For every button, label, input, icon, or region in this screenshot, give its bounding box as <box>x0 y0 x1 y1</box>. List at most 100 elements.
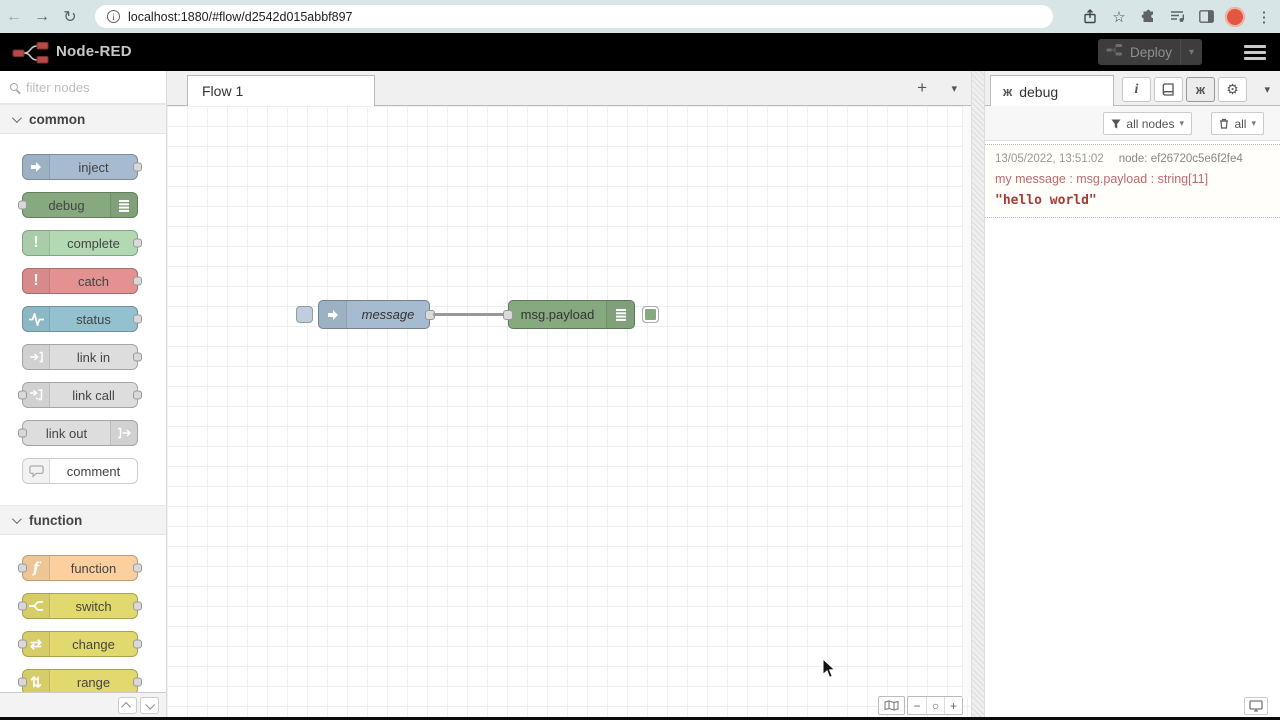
navigator-button[interactable] <box>878 696 905 715</box>
input-port[interactable] <box>503 310 513 320</box>
node-port[interactable] <box>18 429 27 438</box>
node-port[interactable] <box>133 315 142 324</box>
browser-reload-button[interactable]: ↻ <box>56 7 84 27</box>
palette-node-switch[interactable]: switch <box>22 593 138 619</box>
settings-tab-button[interactable]: ⚙ <box>1218 77 1247 102</box>
comment-icon <box>23 459 50 483</box>
chevron-down-icon: ▾ <box>1251 118 1256 129</box>
palette-node-label: catch <box>50 269 137 293</box>
node-port[interactable] <box>133 564 142 573</box>
debug-message-list: 13/05/2022, 13:51:02 node: ef26720c5e6f2… <box>985 144 1280 218</box>
palette-node-status[interactable]: status <box>22 306 138 332</box>
deploy-button[interactable]: Deploy ▾ <box>1098 39 1202 65</box>
zoom-reset-button[interactable]: ○ <box>926 697 944 714</box>
share-icon[interactable] <box>1080 7 1100 27</box>
sidebar-splitter[interactable] <box>971 71 985 720</box>
sidebar-options-icon[interactable]: ▾ <box>1264 83 1270 96</box>
debug-filter-label: all nodes <box>1126 117 1174 131</box>
palette-category-function[interactable]: function <box>0 505 166 535</box>
gear-icon: ⚙ <box>1226 81 1239 98</box>
workspace: Flow 1 + ▾ message msg.payload <box>167 71 971 720</box>
reading-list-icon[interactable] <box>1167 7 1187 27</box>
debug-tab-button[interactable]: ж <box>1186 77 1215 102</box>
site-info-icon[interactable]: i <box>107 10 120 23</box>
pulse-icon <box>23 307 50 331</box>
extensions-puzzle-icon[interactable] <box>1138 7 1158 27</box>
node-port[interactable] <box>133 163 142 172</box>
palette-node-function[interactable]: ffunction <box>22 555 138 581</box>
debug-clear-label: all <box>1234 117 1246 131</box>
debug-message[interactable]: 13/05/2022, 13:51:02 node: ef26720c5e6f2… <box>985 144 1280 218</box>
debug-toggle-button[interactable] <box>642 306 659 323</box>
node-port[interactable] <box>18 678 27 687</box>
node-port[interactable] <box>133 239 142 248</box>
node-port[interactable] <box>18 640 27 649</box>
zoom-controls: − ○ + <box>907 696 963 715</box>
bookmark-star-icon[interactable]: ☆ <box>1109 7 1129 27</box>
browser-forward-button[interactable]: → <box>28 8 56 26</box>
browser-menu-icon[interactable]: ⋮ <box>1254 7 1274 27</box>
node-port[interactable] <box>18 391 27 400</box>
main-menu-icon[interactable] <box>1244 45 1266 60</box>
palette-node-complete[interactable]: !complete <box>22 230 138 256</box>
expand-all-button[interactable] <box>140 697 159 714</box>
address-bar[interactable]: i localhost:1880/#flow/d2542d015abbf897 <box>95 5 1053 28</box>
flow-node-label: message <box>347 301 429 328</box>
palette-search[interactable]: filter nodes <box>0 71 166 104</box>
node-port[interactable] <box>133 391 142 400</box>
message-payload: "hello world" <box>995 193 1270 208</box>
debug-filter-button[interactable]: all nodes ▾ <box>1103 112 1192 135</box>
palette-node-link-out[interactable]: link out <box>22 420 138 446</box>
deploy-options-icon[interactable]: ▾ <box>1180 39 1194 65</box>
browser-back-button[interactable]: ← <box>0 8 28 26</box>
info-tab-button[interactable]: i <box>1122 77 1151 102</box>
palette-node-change[interactable]: ⇄change <box>22 631 138 657</box>
wire[interactable] <box>433 313 509 316</box>
palette-node-link-call[interactable]: link call <box>22 382 138 408</box>
zoom-out-button[interactable]: − <box>908 697 926 714</box>
palette-node-debug[interactable]: debug <box>22 192 138 218</box>
monitor-icon <box>1249 700 1263 712</box>
flow-node-debug[interactable]: msg.payload <box>508 300 635 329</box>
node-port[interactable] <box>18 564 27 573</box>
open-debug-window-button[interactable] <box>1244 697 1268 715</box>
add-flow-icon[interactable]: + <box>917 78 927 98</box>
search-icon <box>10 83 18 91</box>
flow-node-inject[interactable]: message <box>318 300 430 329</box>
book-icon <box>1162 83 1175 96</box>
node-port[interactable] <box>133 678 142 687</box>
palette-search-placeholder: filter nodes <box>26 80 90 95</box>
palette-category-common[interactable]: common <box>0 104 166 134</box>
message-timestamp: 13/05/2022, 13:51:02 <box>995 153 1104 165</box>
link-out-icon <box>110 421 137 445</box>
profile-avatar[interactable] <box>1225 7 1245 27</box>
node-port[interactable] <box>133 602 142 611</box>
side-panel-icon[interactable] <box>1196 7 1216 27</box>
node-port[interactable] <box>133 277 142 286</box>
change-icon: ⇄ <box>23 632 50 656</box>
inject-arrow-icon <box>319 301 347 328</box>
help-tab-button[interactable] <box>1154 77 1183 102</box>
palette-node-label: range <box>50 670 137 694</box>
palette-node-inject[interactable]: inject <box>22 154 138 180</box>
canvas-scrollbar[interactable] <box>962 106 971 698</box>
node-port[interactable] <box>18 602 27 611</box>
collapse-all-button[interactable] <box>118 697 137 714</box>
palette-node-catch[interactable]: !catch <box>22 268 138 294</box>
node-port[interactable] <box>18 201 27 210</box>
tab-debug[interactable]: ж debug <box>990 75 1114 107</box>
node-port[interactable] <box>133 640 142 649</box>
palette-node-comment[interactable]: comment <box>22 458 138 484</box>
debug-clear-button[interactable]: all ▾ <box>1211 112 1264 135</box>
inject-trigger-button[interactable] <box>296 306 313 323</box>
flow-canvas[interactable]: message msg.payload − ○ + <box>167 106 971 720</box>
flow-list-icon[interactable]: ▾ <box>951 82 957 95</box>
tab-flow-1[interactable]: Flow 1 <box>187 75 375 107</box>
range-icon: ⇅ <box>23 670 50 694</box>
palette-node-label: switch <box>50 594 137 618</box>
node-port[interactable] <box>133 353 142 362</box>
zoom-in-button[interactable]: + <box>944 697 962 714</box>
flow-tabbar: Flow 1 + ▾ <box>167 71 971 106</box>
palette-node-label: change <box>50 632 137 656</box>
palette-node-link-in[interactable]: link in <box>22 344 138 370</box>
